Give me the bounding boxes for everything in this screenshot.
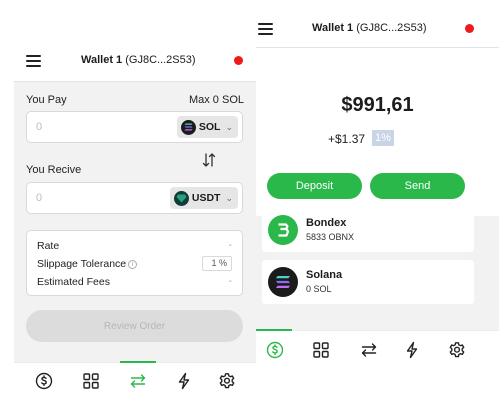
lightning-icon[interactable] [175,372,193,390]
menu-icon[interactable] [258,23,273,35]
swap-screen: Wallet 1 (GJ8C...2S53) You Pay Max 0 SOL… [14,40,258,398]
gear-icon[interactable] [218,372,236,390]
receive-token-name: USDT [191,192,221,204]
receive-amount-input[interactable]: 0 [36,192,42,204]
status-dot [234,56,243,65]
dollar-icon[interactable] [35,372,53,390]
fees-row: Estimated Fees - [37,276,232,290]
bondex-icon [268,215,298,245]
asset-row-bondex[interactable]: Bondex 5833 OBNX [262,208,474,252]
rate-value: - [228,240,232,251]
pay-amount-input[interactable]: 0 [36,121,42,133]
asset-amount: 5833 OBNX [306,232,355,242]
swap-direction-icon[interactable] [201,152,217,168]
app-screens: Wallet 1 (GJ8C...2S53) You Pay Max 0 SOL… [0,0,499,398]
wallet-address: (GJ8C...2S53) [356,22,427,34]
change-percent-badge: 1% [372,130,394,146]
grid-icon[interactable] [312,341,330,359]
nav-active-indicator [120,361,156,363]
you-receive-label: You Recive [26,164,82,176]
receive-amount-field[interactable]: 0 USDT ⌄ [26,182,243,214]
chevron-down-icon: ⌄ [225,192,233,203]
slippage-input[interactable]: 1 % [202,256,232,271]
wallet-name: Wallet 1 [81,54,123,66]
slippage-row: Slippage Tolerance i 1 % [37,256,232,272]
swap-header: Wallet 1 (GJ8C...2S53) [14,40,258,82]
pay-token-selector[interactable]: SOL ⌄ [176,116,238,138]
wallet-address: (GJ8C...2S53) [125,54,196,66]
balance-change: +$1.37 [328,132,366,146]
send-button[interactable]: Send [370,173,465,199]
wallet-name: Wallet 1 [312,22,354,34]
info-icon[interactable]: i [128,260,138,269]
gear-icon[interactable] [448,341,466,359]
receive-token-selector[interactable]: USDT ⌄ [169,187,238,209]
wallet-selector[interactable]: Wallet 1 (GJ8C...2S53) [312,22,427,34]
swap-icon[interactable] [360,341,378,359]
fees-value: - [228,276,232,287]
asset-amount: 0 SOL [306,284,332,294]
grid-icon[interactable] [82,372,100,390]
total-balance: $991,61 [341,94,414,116]
status-dot [465,24,474,33]
rate-row: Rate - [37,240,232,254]
menu-icon[interactable] [26,55,41,67]
swap-icon[interactable] [129,372,147,390]
chevron-down-icon: ⌄ [225,121,233,132]
dollar-icon[interactable] [266,341,284,359]
asset-row-solana[interactable]: Solana 0 SOL [262,260,474,304]
solana-icon [180,119,196,135]
solana-icon [268,267,298,297]
balance-panel: $991,61 +$1.37 1% Deposit Send [256,48,499,216]
rate-label: Rate [37,240,60,252]
fees-label: Estimated Fees [37,276,110,288]
asset-name: Solana [306,269,343,281]
nav-active-indicator [256,329,292,331]
pay-amount-field[interactable]: 0 SOL ⌄ [26,111,243,143]
pay-token-name: SOL [198,121,221,133]
wallet-header: Wallet 1 (GJ8C...2S53) [256,10,499,48]
max-balance-label[interactable]: Max 0 SOL [189,94,244,106]
wallet-screen: Wallet 1 (GJ8C...2S53) $991,61 +$1.37 1%… [256,10,499,368]
lightning-icon[interactable] [403,341,421,359]
deposit-button[interactable]: Deposit [267,173,362,199]
slippage-label: Slippage Tolerance [37,258,127,270]
bottom-nav [256,329,499,368]
review-order-button[interactable]: Review Order [26,310,243,342]
wallet-selector[interactable]: Wallet 1 (GJ8C...2S53) [81,54,196,66]
asset-name: Bondex [306,217,347,229]
usdt-icon [173,190,189,206]
order-info-panel: Rate - Slippage Tolerance i 1 % Estimated… [26,230,243,296]
bottom-nav [14,361,258,398]
you-pay-label: You Pay [26,94,67,106]
